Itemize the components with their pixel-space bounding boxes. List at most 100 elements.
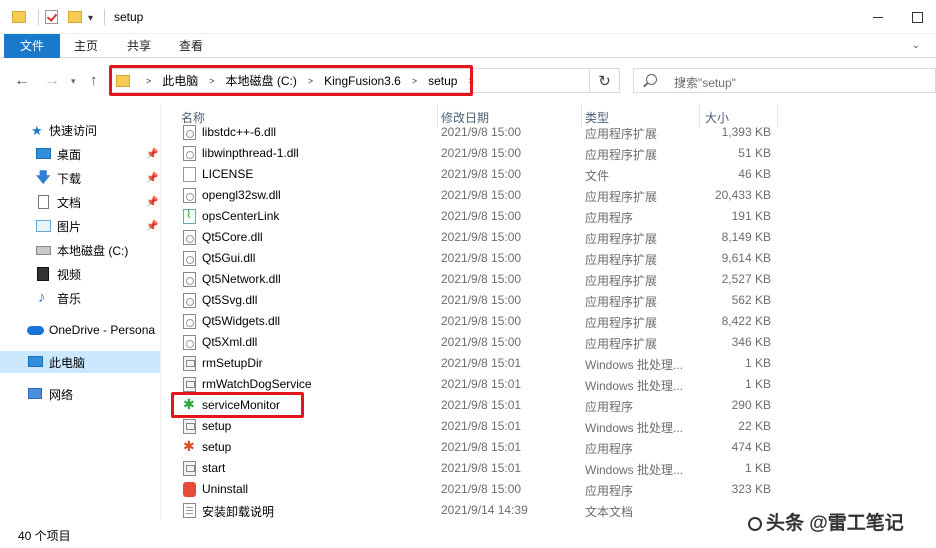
network-icon: [28, 388, 42, 399]
sidebar-item-local-disk[interactable]: 本地磁盘 (C:): [0, 239, 160, 261]
table-row[interactable]: setup 2021/9/8 15:01 应用程序 474 KB: [161, 437, 936, 458]
table-row[interactable]: rmSetupDir 2021/9/8 15:01 Windows 批处理... 1 …: [161, 353, 936, 374]
ribbon-expand-chevron-icon[interactable]: ⌄: [912, 40, 920, 51]
table-row[interactable]: setup 2021/9/8 15:01 Windows 批处理... 22 KB: [161, 416, 936, 437]
file-size: 51 KB: [738, 146, 771, 160]
table-row[interactable]: LICENSE 2021/9/8 15:00 文件 46 KB: [161, 164, 936, 185]
file-date: 2021/9/8 15:00: [441, 314, 522, 328]
tab-share[interactable]: 共享: [127, 34, 151, 58]
chart-file-icon: [183, 208, 196, 224]
table-row[interactable]: Uninstall 2021/9/8 15:00 应用程序 323 KB: [161, 479, 936, 500]
file-size: 46 KB: [738, 167, 771, 181]
file-name: LICENSE: [202, 167, 254, 181]
file-date: 2021/9/8 15:00: [441, 251, 522, 265]
table-row[interactable]: Qt5Core.dll 2021/9/8 15:00 应用程序扩展 8,149 KB: [161, 227, 936, 248]
file-type: 应用程序扩展: [585, 274, 658, 288]
file-date: 2021/9/8 15:00: [441, 335, 522, 349]
tab-view[interactable]: 查看: [179, 34, 203, 58]
file-date: 2021/9/8 15:01: [441, 419, 522, 433]
file-size: 191 KB: [731, 209, 771, 223]
file-date: 2021/9/8 15:00: [441, 146, 522, 160]
document-icon: [38, 195, 49, 209]
table-row[interactable]: libwinpthread-1.dll 2021/9/8 15:00 应用程序扩展 5…: [161, 143, 936, 164]
file-type: 应用程序扩展: [585, 316, 658, 330]
table-row[interactable]: opengl32sw.dll 2021/9/8 15:00 应用程序扩展 20,433…: [161, 185, 936, 206]
file-type: 应用程序扩展: [585, 190, 658, 204]
tab-home[interactable]: 主页: [74, 34, 98, 58]
file-date: 2021/9/8 15:00: [441, 482, 522, 496]
highlight-box: [171, 392, 304, 418]
file-size: 474 KB: [731, 440, 771, 454]
watermark-logo-icon: [748, 516, 762, 531]
recent-locations-chevron-icon[interactable]: ▾: [71, 76, 76, 87]
forward-arrow-icon[interactable]: →: [44, 72, 60, 90]
table-row[interactable]: Qt5Widgets.dll 2021/9/8 15:00 应用程序扩展 8,422 …: [161, 311, 936, 332]
sidebar-item-onedrive[interactable]: OneDrive - Persona: [0, 319, 160, 341]
table-row[interactable]: Qt5Xml.dll 2021/9/8 15:00 应用程序扩展 346 KB: [161, 332, 936, 353]
table-row[interactable]: opsCenterLink 2021/9/8 15:00 应用程序 191 KB: [161, 206, 936, 227]
table-row[interactable]: libstdc++-6.dll 2021/9/8 15:00 应用程序扩展 1,393…: [161, 122, 936, 143]
sidebar-item-music[interactable]: ♪ 音乐: [0, 287, 160, 309]
onedrive-icon: [27, 326, 44, 335]
sidebar-item-this-pc[interactable]: 此电脑: [0, 351, 160, 373]
sidebar-item-desktop[interactable]: 桌面 📌: [0, 143, 160, 165]
maximize-button[interactable]: [897, 4, 936, 30]
file-date: 2021/9/8 15:00: [441, 209, 522, 223]
new-folder-icon[interactable]: [68, 11, 82, 23]
table-row[interactable]: Qt5Network.dll 2021/9/8 15:00 应用程序扩展 2,527 …: [161, 269, 936, 290]
sidebar-item-documents[interactable]: 文档 📌: [0, 191, 160, 213]
file-name: Qt5Xml.dll: [202, 335, 258, 349]
star-icon: ★: [31, 122, 43, 138]
table-row[interactable]: start 2021/9/8 15:01 Windows 批处理... 1 KB: [161, 458, 936, 479]
file-type: 应用程序扩展: [585, 148, 658, 162]
file-list: ^ 名称 修改日期 类型 大小 libstdc++-6.dll2021/9/8 …: [161, 104, 936, 520]
file-name: 安装卸载说明: [202, 505, 275, 519]
sidebar-item-label: 本地磁盘 (C:): [57, 243, 129, 258]
file-date: 2021/9/8 15:01: [441, 377, 522, 391]
file-size: 562 KB: [731, 293, 771, 307]
desktop-icon: [36, 148, 51, 159]
pictures-icon: [36, 220, 51, 232]
file-type: 应用程序扩展: [585, 232, 658, 246]
sidebar-item-network[interactable]: 网络: [0, 383, 160, 405]
table-row[interactable]: Qt5Gui.dll 2021/9/8 15:00 应用程序扩展 9,614 KB: [161, 248, 936, 269]
file-date: 2021/9/8 15:01: [441, 440, 522, 454]
pin-icon[interactable]: 📌: [146, 173, 158, 184]
up-arrow-icon[interactable]: ↑: [90, 72, 98, 89]
folder-icon[interactable]: [12, 11, 26, 23]
properties-icon[interactable]: [45, 10, 58, 24]
sidebar-item-videos[interactable]: 视频: [0, 263, 160, 285]
file-size: 1 KB: [744, 377, 771, 391]
file-name: start: [202, 461, 226, 475]
file-name: Qt5Widgets.dll: [202, 314, 281, 328]
download-icon: 🡇: [36, 169, 51, 185]
file-type: 应用程序: [585, 211, 634, 225]
pin-icon[interactable]: 📌: [146, 197, 158, 208]
minimize-button[interactable]: [858, 4, 898, 30]
file-size: 20,433 KB: [714, 188, 771, 202]
file-name: rmWatchDogService: [202, 377, 312, 391]
file-date: 2021/9/8 15:00: [441, 230, 522, 244]
exe-file-icon: [183, 438, 196, 455]
back-arrow-icon[interactable]: ←: [14, 72, 30, 90]
sidebar-item-pictures[interactable]: 图片 📌: [0, 215, 160, 237]
pin-icon[interactable]: 📌: [146, 221, 158, 232]
sort-ascending-icon: ^: [301, 104, 306, 109]
refresh-button[interactable]: ↻: [590, 68, 620, 93]
customize-quick-access-chevron-icon[interactable]: ▾: [88, 10, 93, 26]
bat-file-icon: [183, 377, 196, 392]
search-input[interactable]: 搜索"setup": [633, 68, 936, 93]
table-row[interactable]: Qt5Svg.dll 2021/9/8 15:00 应用程序扩展 562 KB: [161, 290, 936, 311]
dll-file-icon: [183, 230, 196, 245]
sidebar-item-quick-access[interactable]: ★ 快速访问: [0, 119, 160, 141]
search-placeholder: 搜索"setup": [674, 76, 736, 90]
bat-file-icon: [183, 356, 196, 371]
sidebar-item-downloads[interactable]: 🡇 下载 📌: [0, 167, 160, 189]
file-date: 2021/9/8 15:01: [441, 356, 522, 370]
file-type: 文件: [585, 169, 610, 183]
tab-file[interactable]: 文件: [4, 34, 60, 58]
table-row[interactable]: serviceMonitor2021/9/8 15:01应用程序290 KB: [161, 392, 936, 418]
pin-icon[interactable]: 📌: [146, 149, 158, 160]
file-date: 2021/9/8 15:00: [441, 272, 522, 286]
file-name: setup: [202, 440, 232, 454]
